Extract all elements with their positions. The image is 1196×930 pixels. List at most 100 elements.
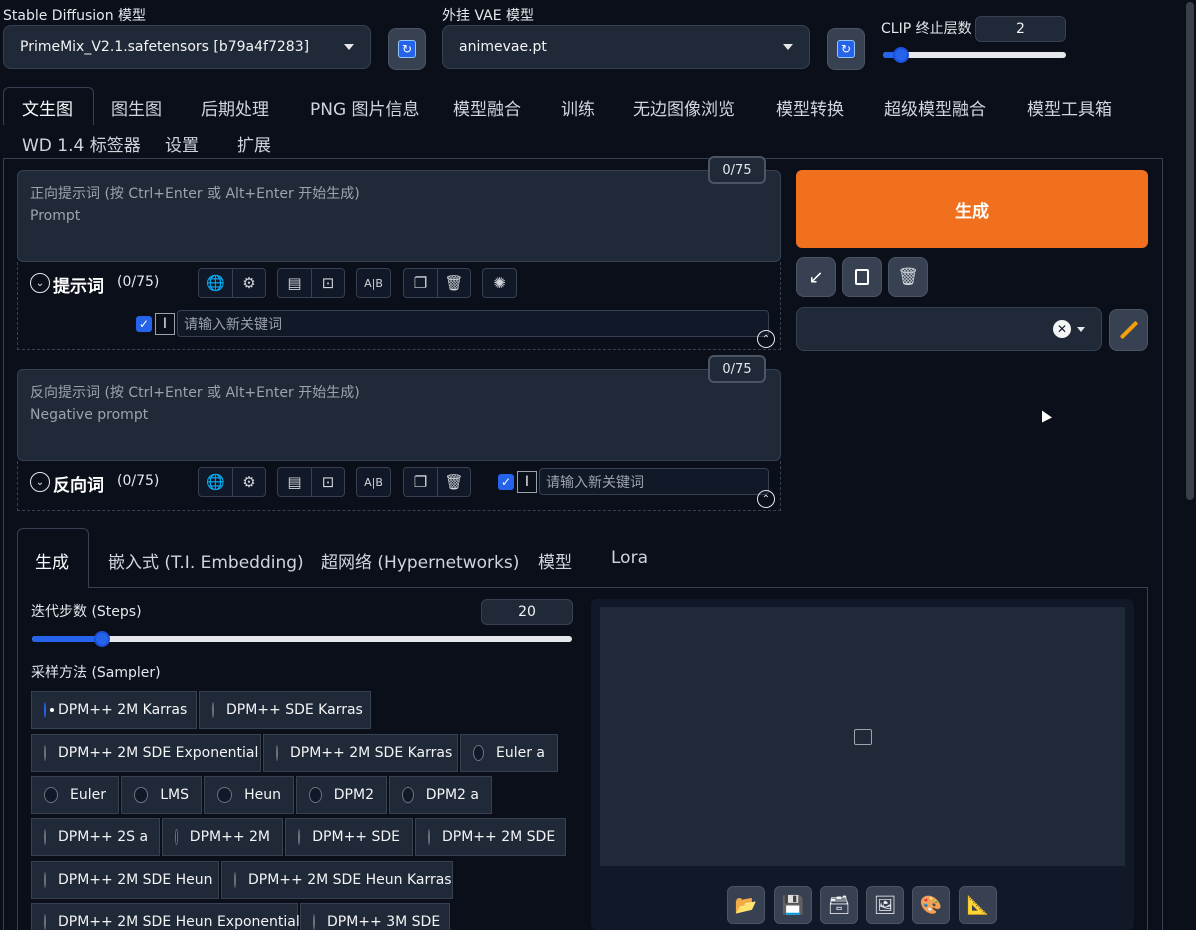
sampler-option[interactable]: DPM++ 2M SDE Heun [31,861,219,899]
tab-img2img[interactable]: 图生图 [111,95,162,120]
negative-toolgroup-4: ❐ 🗑 [403,467,471,497]
sampler-option[interactable]: DPM++ 2M SDE Exponential [31,734,261,772]
sampler-option[interactable]: DPM2 [296,776,387,814]
trash-icon[interactable]: 🗑 [437,269,470,297]
subtab-lora[interactable]: Lora [611,548,648,568]
chevron-down-icon [783,44,793,50]
styles-dropdown[interactable]: ✕ [796,307,1102,351]
sampler-option[interactable]: DPM++ 2M SDE Karras [263,734,458,772]
prompt-keyword-input[interactable]: 请输入新关键词 [177,310,769,337]
tab-settings[interactable]: 设置 [165,131,199,156]
collapse-chevron-icon[interactable]: ⌄ [30,472,50,492]
tab-wd-tagger[interactable]: WD 1.4 标签器 [22,131,141,156]
save-button[interactable]: 💾 [774,886,812,924]
radio-icon [217,787,233,803]
sampler-label: 采样方法 (Sampler) [31,665,161,681]
vae-value: animevae.pt [459,39,547,55]
tab-extensions[interactable]: 扩展 [237,131,271,156]
gear-icon[interactable]: ⚙ [232,269,265,297]
paste-button[interactable] [842,257,882,297]
generate-button[interactable]: 生成 [796,170,1148,248]
sampler-option[interactable]: Euler a [460,734,558,772]
vae-dropdown[interactable]: animevae.pt [442,25,810,69]
prompt-placeholder-line2: Prompt [30,208,81,224]
subtab-embedding[interactable]: 嵌入式 (T.I. Embedding) [108,548,304,573]
negative-keyword-checkbox[interactable]: ✓ [498,474,514,490]
sampler-option[interactable]: DPM++ 2M SDE Heun Exponential [31,903,300,930]
translate-icon[interactable]: A|B [357,468,390,496]
sampler-option[interactable]: DPM++ 2M SDE Heun Karras [221,861,453,899]
prompt-section-title: 提示词 [53,277,104,297]
collapse-up-icon[interactable]: ⌃ [757,330,775,348]
history-icon[interactable]: ▤ [278,269,311,297]
trash-icon[interactable]: 🗑 [437,468,470,496]
collapse-up-icon[interactable]: ⌃ [757,490,775,508]
text-cursor-icon: I [155,313,175,335]
subtab-hypernetworks[interactable]: 超网络 (Hypernetworks) [321,548,519,573]
tab-extras[interactable]: 后期处理 [201,95,269,120]
clear-button[interactable]: 🗑 [888,257,928,297]
clip-slider-thumb[interactable] [893,47,910,63]
negative-prompt-textarea[interactable]: 反向提示词 (按 Ctrl+Enter 或 Alt+Enter 开始生成) Ne… [17,369,781,461]
tab-png-info[interactable]: PNG 图片信息 [310,95,420,120]
steps-slider[interactable] [32,631,572,647]
globe-icon[interactable]: 🌐 [199,269,232,297]
zip-button[interactable]: 🗃 [820,886,858,924]
open-folder-button[interactable]: 📂 [727,886,765,924]
globe-icon[interactable]: 🌐 [199,468,232,496]
sampler-option[interactable]: DPM++ 2M [162,818,283,856]
sampler-option[interactable]: DPM++ SDE Karras [199,691,371,729]
refresh-sd-model-button[interactable]: ↻ [388,28,426,70]
scrollbar-thumb[interactable] [1186,2,1194,500]
translate-icon[interactable]: A|B [357,269,390,297]
sampler-option[interactable]: Euler [31,776,119,814]
sampler-option[interactable]: DPM++ 2M SDE [415,818,566,856]
output-image-area[interactable] [600,607,1125,866]
ai-icon[interactable]: ✺ [483,269,516,297]
send-to-extras-button[interactable]: 📐 [959,886,997,924]
bookmark-icon[interactable]: ⊡ [311,468,344,496]
subtab-generation[interactable]: 生成 [35,548,69,573]
tab-super-merger[interactable]: 超级模型融合 [884,95,986,120]
send-to-img2img-button[interactable]: 🖼 [866,886,904,924]
clear-x-icon[interactable]: ✕ [1053,320,1071,338]
sampler-option[interactable]: DPM++ SDE [285,818,413,856]
sampler-option[interactable]: DPM++ 2S a [31,818,160,856]
send-to-inpaint-button[interactable]: 🎨 [912,886,950,924]
page-scrollbar[interactable] [1184,0,1196,930]
sampler-option[interactable]: LMS [121,776,202,814]
tab-checkpoint-merger[interactable]: 模型融合 [453,95,521,120]
clip-slider[interactable] [883,47,1066,63]
tab-image-browser[interactable]: 无边图像浏览 [633,95,735,120]
keyword-checkbox[interactable]: ✓ [136,316,152,332]
bookmark-icon[interactable]: ⊡ [311,269,344,297]
tab-model-converter[interactable]: 模型转换 [776,95,844,120]
prompt-textarea[interactable]: 正向提示词 (按 Ctrl+Enter 或 Alt+Enter 开始生成) Pr… [17,170,781,262]
negative-keyword-input[interactable]: 请输入新关键词 [539,468,769,495]
radio-icon [44,787,59,803]
text-cursor-icon: I [517,471,537,493]
tab-model-toolkit[interactable]: 模型工具箱 [1027,95,1112,120]
gear-icon[interactable]: ⚙ [232,468,265,496]
edit-styles-button[interactable] [1109,309,1148,351]
sampler-option[interactable]: Heun [204,776,294,814]
clip-value-input[interactable]: 2 [975,16,1066,42]
steps-value-input[interactable]: 20 [481,599,573,625]
refresh-vae-button[interactable]: ↻ [827,28,865,70]
read-params-button[interactable]: ↙ [796,257,836,297]
collapse-chevron-icon[interactable]: ⌄ [30,273,50,293]
negative-section-count: (0/75) [117,473,160,489]
sampler-option[interactable]: DPM++ 2M Karras [31,691,197,729]
sampler-option[interactable]: DPM++ 3M SDE [300,903,450,930]
sd-model-dropdown[interactable]: PrimeMix_V2.1.safetensors [b79a4f7283] [3,25,371,69]
history-icon[interactable]: ▤ [278,468,311,496]
tab-txt2img[interactable]: 文生图 [22,95,73,120]
copy-icon[interactable]: ❐ [404,269,437,297]
copy-icon[interactable]: ❐ [404,468,437,496]
sampler-option[interactable]: DPM2 a [389,776,492,814]
negative-section-title: 反向词 [53,476,104,496]
subtab-checkpoints[interactable]: 模型 [538,548,572,573]
radio-icon [402,787,414,803]
vae-label: 外挂 VAE 模型 [442,8,535,24]
tab-train[interactable]: 训练 [561,95,595,120]
